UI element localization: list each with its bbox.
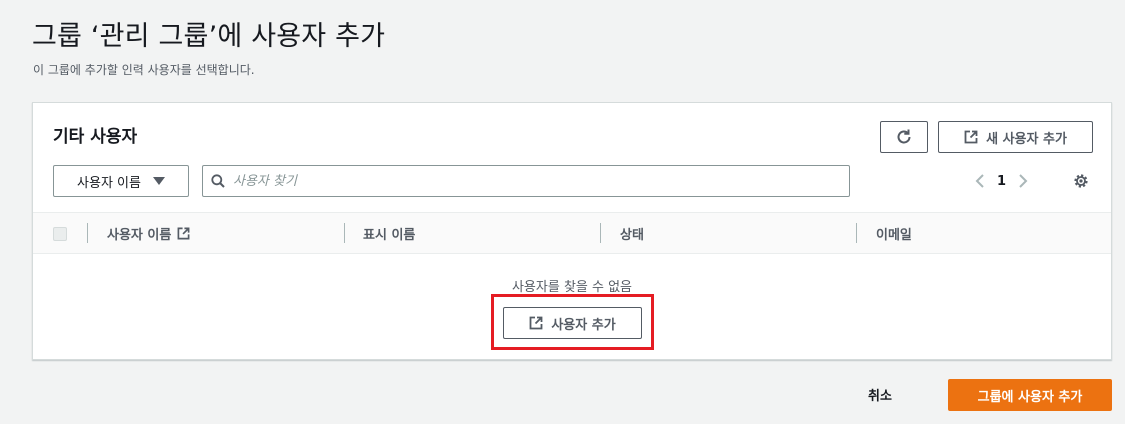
page: 그룹 ‘관리 그룹’에 사용자 추가 이 그룹에 추가할 인력 사용자를 선택합… bbox=[0, 0, 1125, 424]
property-filter-select[interactable]: 사용자 이름 bbox=[53, 165, 189, 197]
search-box[interactable] bbox=[202, 165, 850, 197]
chevron-left-icon[interactable] bbox=[975, 173, 985, 189]
column-separator bbox=[87, 223, 88, 243]
chevron-right-icon[interactable] bbox=[1018, 173, 1028, 189]
search-icon bbox=[211, 174, 225, 188]
column-separator bbox=[344, 223, 345, 243]
panel-title: 기타 사용자 bbox=[53, 127, 138, 147]
select-all-checkbox[interactable] bbox=[53, 227, 67, 241]
column-label: 이메일 bbox=[876, 227, 912, 243]
add-user-button[interactable]: 사용자 추가 bbox=[503, 307, 642, 339]
column-header-email[interactable]: 이메일 bbox=[876, 213, 912, 253]
add-users-to-group-button[interactable]: 그룹에 사용자 추가 bbox=[948, 379, 1112, 411]
add-user-label: 사용자 추가 bbox=[551, 317, 616, 333]
column-label: 상태 bbox=[620, 227, 644, 243]
column-separator bbox=[600, 223, 601, 243]
column-header-status[interactable]: 상태 bbox=[620, 213, 644, 253]
gear-icon bbox=[1074, 174, 1088, 188]
pagination: 1 bbox=[975, 169, 1028, 193]
page-title: 그룹 ‘관리 그룹’에 사용자 추가 bbox=[32, 21, 386, 52]
column-header-username[interactable]: 사용자 이름 bbox=[107, 213, 190, 253]
settings-button[interactable] bbox=[1069, 169, 1093, 193]
empty-state-text: 사용자를 찾을 수 없음 bbox=[511, 280, 633, 295]
table-header: 사용자 이름 표시 이름 상태 이메일 bbox=[33, 212, 1111, 254]
column-label: 사용자 이름 bbox=[107, 227, 172, 243]
new-user-button[interactable]: 새 사용자 추가 bbox=[938, 121, 1093, 153]
other-users-panel: 기타 사용자 새 사용자 추가 사용자 이름 사용자 찾기 1 사용자 이름 표… bbox=[32, 102, 1112, 360]
external-link-icon bbox=[177, 227, 190, 239]
column-label: 표시 이름 bbox=[363, 227, 416, 243]
search-input[interactable] bbox=[233, 173, 833, 189]
new-user-label: 새 사용자 추가 bbox=[986, 131, 1067, 147]
external-link-icon bbox=[964, 130, 978, 144]
column-header-display-name[interactable]: 표시 이름 bbox=[363, 213, 415, 253]
external-link-icon bbox=[529, 316, 543, 330]
filter-select-value: 사용자 이름 bbox=[77, 175, 141, 191]
page-number[interactable]: 1 bbox=[997, 174, 1006, 189]
page-description: 이 그룹에 추가할 인력 사용자를 선택합니다. bbox=[33, 63, 255, 77]
column-separator bbox=[856, 223, 857, 243]
cancel-button[interactable]: 취소 bbox=[868, 385, 892, 404]
refresh-icon bbox=[897, 129, 911, 144]
refresh-button[interactable] bbox=[880, 121, 928, 153]
caret-down-icon bbox=[152, 177, 165, 185]
